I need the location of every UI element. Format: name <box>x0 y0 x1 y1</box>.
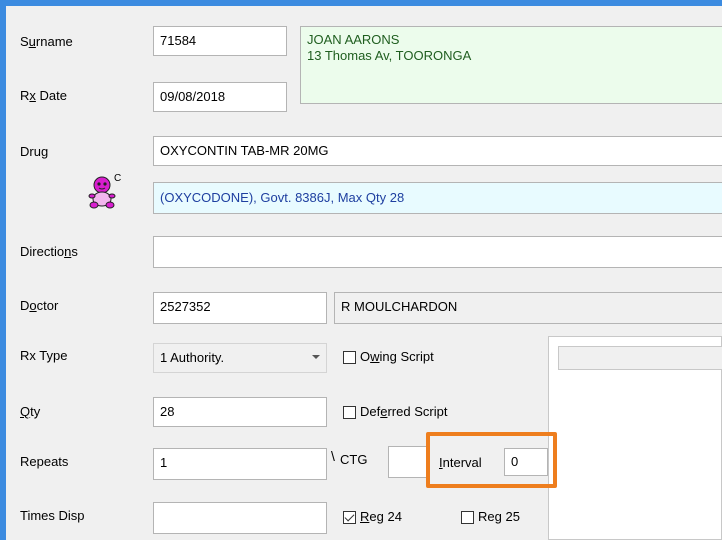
baby-controlled-drug-icon: C <box>86 172 126 212</box>
reg25-checkbox[interactable] <box>461 511 474 524</box>
rx-type-select[interactable]: 1 Authority. <box>153 343 327 373</box>
patient-address: 13 Thomas Av, TOORONGA <box>307 48 472 63</box>
interval-highlight-box <box>426 432 557 488</box>
times-disp-field[interactable] <box>153 502 327 534</box>
repeats-label: Repeats <box>20 454 69 469</box>
patient-info-box: JOAN AARONS 13 Thomas Av, TOORONGA <box>300 26 722 104</box>
directions-label: Directions <box>20 244 78 259</box>
surname-label: Surname <box>20 34 73 49</box>
chevron-down-icon[interactable] <box>312 355 320 359</box>
doctor-name-field: R MOULCHARDON <box>334 292 722 324</box>
deferred-script-checkbox[interactable] <box>343 406 356 419</box>
rx-type-label: Rx Type <box>20 348 68 363</box>
reg25-label[interactable]: Reg 25 <box>478 509 520 524</box>
svg-text:C: C <box>114 173 121 184</box>
directions-field[interactable] <box>153 236 722 268</box>
owing-script-label[interactable]: Owing Script <box>360 349 434 364</box>
qty-label: Qty <box>20 404 41 419</box>
side-panel-header <box>558 346 722 370</box>
ctg-field[interactable] <box>388 446 428 478</box>
ctg-label: CTG <box>340 452 368 467</box>
drug-label: Drug <box>20 144 49 159</box>
deferred-script-label[interactable]: Deferred Script <box>360 404 447 419</box>
qty-field[interactable]: 28 <box>153 397 327 427</box>
repeats-field[interactable]: 1 <box>153 448 327 480</box>
drug-info-field: (OXYCODONE), Govt. 8386J, Max Qty 28 <box>153 182 722 214</box>
doctor-label: Doctor <box>20 298 59 313</box>
rx-type-value: 1 Authority. <box>160 350 225 365</box>
rx-date-label: Rx Date <box>20 88 67 103</box>
drug-field[interactable]: OXYCONTIN TAB-MR 20MG <box>153 136 722 166</box>
times-disp-label: Times Disp <box>20 508 85 523</box>
patient-name: JOAN AARONS <box>307 32 400 47</box>
ctg-backslash: \ <box>331 448 335 464</box>
owing-script-checkbox[interactable] <box>343 351 356 364</box>
reg24-checkbox[interactable] <box>343 511 356 524</box>
reg24-label[interactable]: Reg 24 <box>360 509 402 524</box>
doctor-code-field[interactable]: 2527352 <box>153 292 327 324</box>
rx-date-field[interactable]: 09/08/2018 <box>153 82 287 112</box>
surname-field[interactable]: 71584 <box>153 26 287 56</box>
